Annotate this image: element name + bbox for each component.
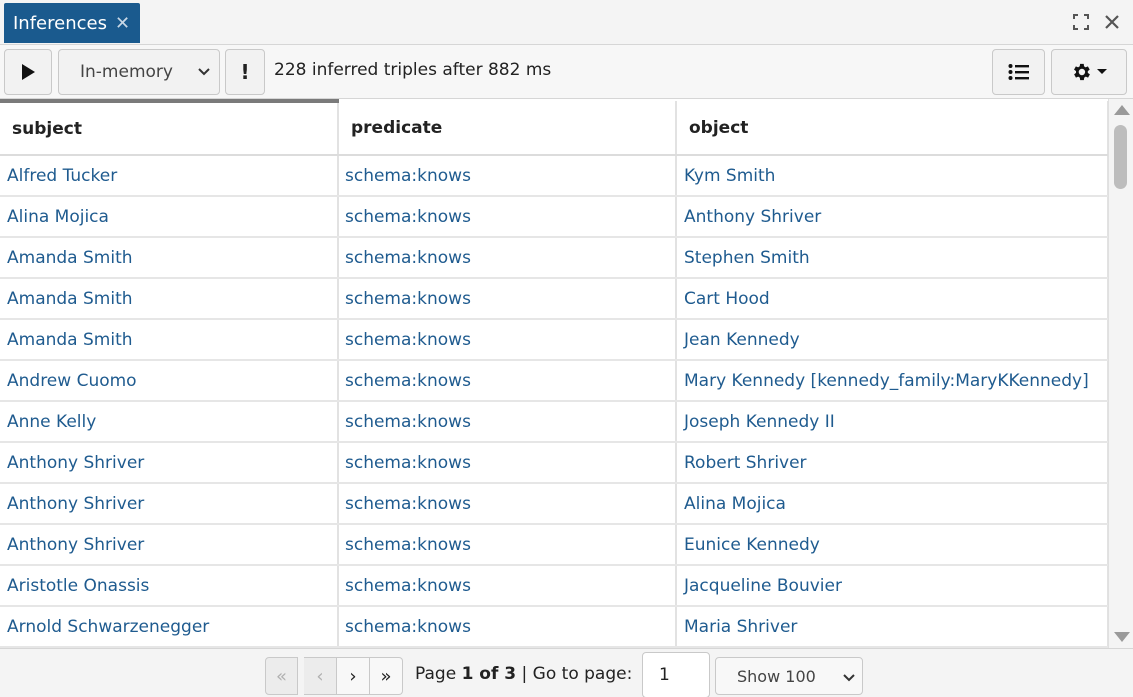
subject-cell[interactable]: Aristotle Onassis <box>0 565 339 607</box>
column-header-object[interactable]: object <box>676 101 1108 156</box>
object-cell[interactable]: Joseph Kennedy II <box>676 401 1108 443</box>
page-prefix: Page <box>415 664 457 684</box>
scroll-up-arrow-icon[interactable] <box>1114 105 1130 115</box>
inference-status: 228 inferred triples after 882 ms <box>274 60 552 80</box>
first-page-button[interactable]: « <box>265 657 298 695</box>
predicate-cell[interactable]: schema:knows <box>338 278 677 320</box>
object-cell[interactable]: Anthony Shriver <box>676 196 1108 238</box>
table-row: Anthony Shriver schema:knows Alina Mojica <box>0 483 1108 525</box>
subject-cell[interactable]: Amanda Smith <box>0 319 339 361</box>
table-row: Alina Mojica schema:knows Anthony Shriver <box>0 196 1108 238</box>
maximize-icon[interactable] <box>1069 10 1093 34</box>
table-row: Anthony Shriver schema:knows Robert Shrive… <box>0 442 1108 484</box>
predicate-cell[interactable]: schema:knows <box>338 606 677 648</box>
table-row: Arnold Schwarzenegger schema:knows Maria S… <box>0 606 1108 648</box>
table-row: Aristotle Onassis schema:knows Jacqueline … <box>0 565 1108 607</box>
subject-cell[interactable]: Amanda Smith <box>0 278 339 320</box>
predicate-cell[interactable]: schema:knows <box>338 360 677 402</box>
play-icon <box>22 64 35 80</box>
page-count: 1 of 3 <box>461 664 517 684</box>
object-cell[interactable]: Stephen Smith <box>676 237 1108 279</box>
table-header-row: subject predicate object <box>0 99 1108 156</box>
close-icon-svg <box>1105 15 1119 29</box>
table-row: Amanda Smith schema:knows Jean Kennedy <box>0 319 1108 361</box>
scrollbar-thumb[interactable] <box>1114 125 1127 189</box>
list-view-button[interactable] <box>992 49 1045 95</box>
object-cell[interactable]: Jean Kennedy <box>676 319 1108 361</box>
column-header-subject[interactable]: subject <box>0 99 339 156</box>
page-info: Page 1 of 3 | Go to page: <box>415 664 632 684</box>
subject-cell[interactable]: Arnold Schwarzenegger <box>0 606 339 648</box>
predicate-cell[interactable]: schema:knows <box>338 196 677 238</box>
run-button[interactable] <box>4 49 52 95</box>
table-row: Anne Kelly schema:knows Joseph Kennedy II <box>0 401 1108 443</box>
subject-cell[interactable]: Alfred Tucker <box>0 155 339 197</box>
predicate-cell[interactable]: schema:knows <box>338 483 677 525</box>
object-cell[interactable]: Maria Shriver <box>676 606 1108 648</box>
tab-inferences[interactable]: Inferences ✕ <box>4 3 140 43</box>
chevron-down-icon <box>198 68 210 76</box>
page-size-value: Show 100 <box>737 666 816 686</box>
settings-button[interactable] <box>1051 49 1127 95</box>
subject-cell[interactable]: Anne Kelly <box>0 401 339 443</box>
close-icon[interactable] <box>1100 10 1124 34</box>
mode-select-value: In-memory <box>80 62 173 82</box>
subject-cell[interactable]: Anthony Shriver <box>0 524 339 566</box>
object-cell[interactable]: Kym Smith <box>676 155 1108 197</box>
results-table: subject predicate object Alfred Tucker sc… <box>0 99 1108 648</box>
table-row: Amanda Smith schema:knows Stephen Smith <box>0 237 1108 279</box>
gear-icon <box>1074 63 1090 81</box>
last-page-button[interactable]: » <box>370 657 403 695</box>
tab-title: Inferences <box>13 12 107 34</box>
toolbar: In-memory ! 228 inferred triples after 8… <box>0 45 1133 99</box>
next-page-button[interactable]: › <box>337 657 370 695</box>
mode-select[interactable]: In-memory <box>58 49 220 95</box>
results-table-container: subject predicate object Alfred Tucker sc… <box>0 99 1108 648</box>
predicate-cell[interactable]: schema:knows <box>338 442 677 484</box>
predicate-cell[interactable]: schema:knows <box>338 155 677 197</box>
predicate-cell[interactable]: schema:knows <box>338 319 677 361</box>
subject-cell[interactable]: Anthony Shriver <box>0 442 339 484</box>
list-icon <box>1008 64 1029 80</box>
vertical-scrollbar[interactable] <box>1108 99 1133 648</box>
predicate-cell[interactable]: schema:knows <box>338 237 677 279</box>
object-cell[interactable]: Eunice Kennedy <box>676 524 1108 566</box>
scroll-down-arrow-icon[interactable] <box>1114 632 1130 642</box>
goto-page-input[interactable] <box>642 652 710 697</box>
table-row: Amanda Smith schema:knows Cart Hood <box>0 278 1108 320</box>
column-header-predicate[interactable]: predicate <box>338 101 677 156</box>
predicate-cell[interactable]: schema:knows <box>338 524 677 566</box>
maximize-icon-svg <box>1073 14 1089 30</box>
object-cell[interactable]: Alina Mojica <box>676 483 1108 525</box>
tab-close-icon[interactable]: ✕ <box>115 13 130 34</box>
subject-cell[interactable]: Alina Mojica <box>0 196 339 238</box>
object-cell[interactable]: Cart Hood <box>676 278 1108 320</box>
subject-cell[interactable]: Anthony Shriver <box>0 483 339 525</box>
subject-cell[interactable]: Amanda Smith <box>0 237 339 279</box>
object-cell[interactable]: Mary Kennedy [kennedy_family:MaryKKenned… <box>676 360 1108 402</box>
predicate-cell[interactable]: schema:knows <box>338 401 677 443</box>
object-cell[interactable]: Robert Shriver <box>676 442 1108 484</box>
page-size-select[interactable]: Show 100 <box>715 657 863 695</box>
chevron-down-icon <box>843 674 855 682</box>
caret-down-icon <box>1097 69 1107 74</box>
pagination-bar: « ‹ › » Page 1 of 3 | Go to page: Show 1… <box>0 648 1133 697</box>
previous-page-button[interactable]: ‹ <box>304 657 337 695</box>
table-row: Anthony Shriver schema:knows Eunice Kenned… <box>0 524 1108 566</box>
subject-cell[interactable]: Andrew Cuomo <box>0 360 339 402</box>
predicate-cell[interactable]: schema:knows <box>338 565 677 607</box>
warning-button[interactable]: ! <box>225 49 265 95</box>
tab-bar: Inferences ✕ <box>0 0 1133 45</box>
object-cell[interactable]: Jacqueline Bouvier <box>676 565 1108 607</box>
table-row: Andrew Cuomo schema:knows Mary Kennedy [ke… <box>0 360 1108 402</box>
goto-label: | Go to page: <box>521 664 633 684</box>
table-row: Alfred Tucker schema:knows Kym Smith <box>0 155 1108 197</box>
